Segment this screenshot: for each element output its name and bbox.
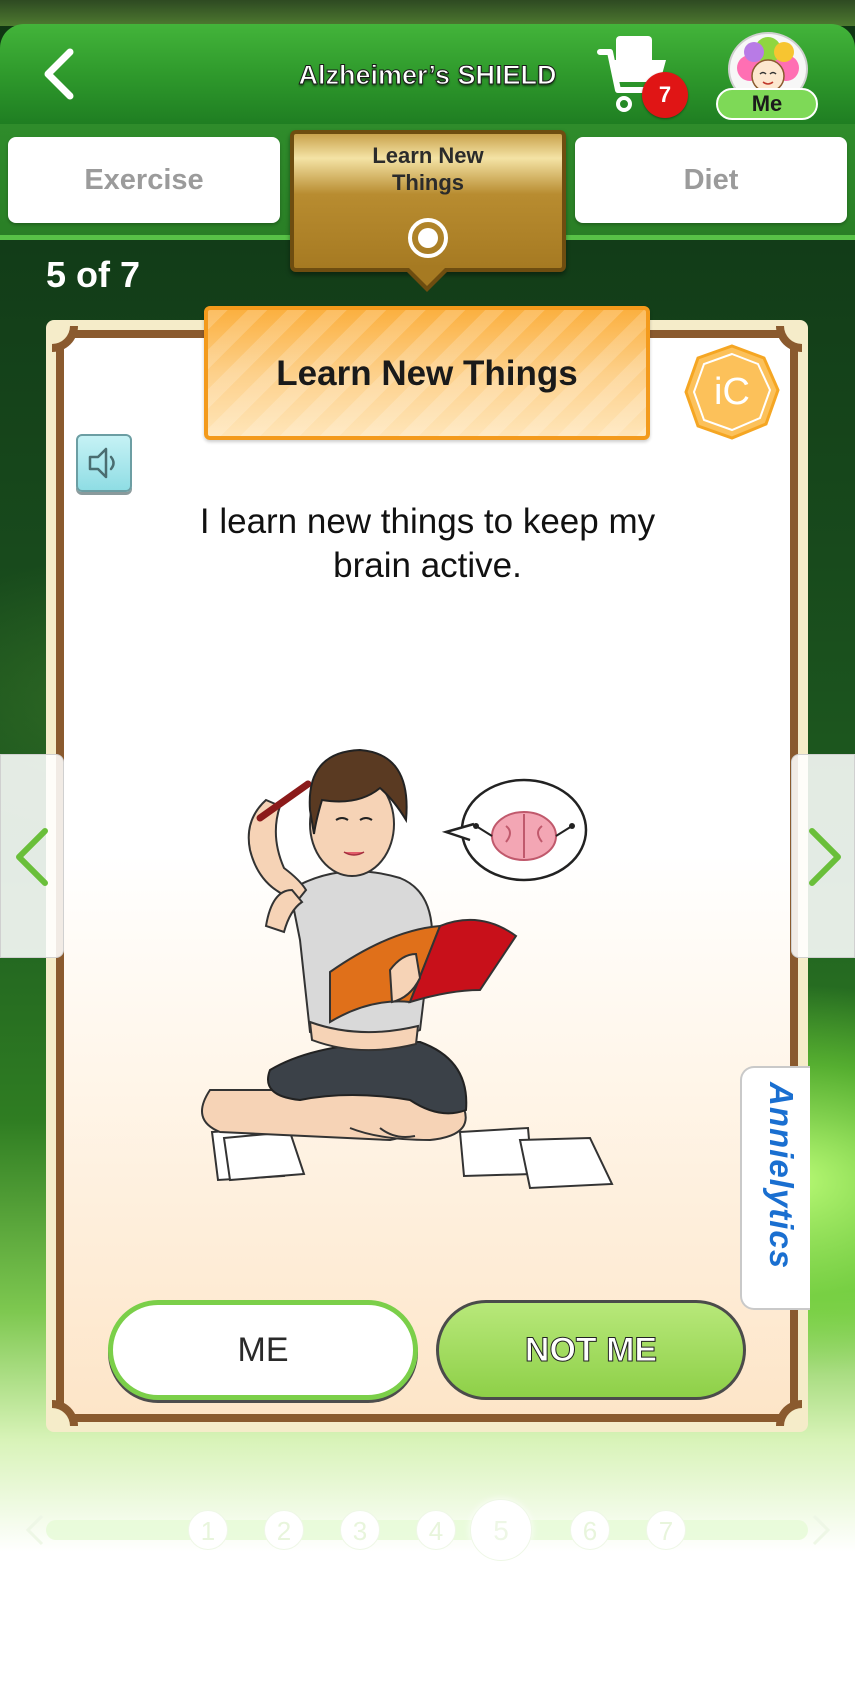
tab-label-line-2: Things bbox=[391, 170, 465, 195]
head bbox=[308, 748, 408, 877]
annielytics-label: Annielytics bbox=[763, 1082, 800, 1270]
next-card-button[interactable] bbox=[791, 754, 855, 958]
page-dot-6[interactable]: 6 bbox=[570, 1510, 610, 1550]
statement-line-2: brain active. bbox=[333, 546, 522, 585]
card-title: Learn New Things bbox=[276, 354, 578, 393]
profile-label: Me bbox=[716, 88, 818, 120]
not-me-button[interactable]: NOT ME bbox=[436, 1300, 746, 1400]
statement-line-1: I learn new things to keep my bbox=[199, 502, 656, 541]
radio-target-icon bbox=[408, 218, 448, 258]
audio-play-button[interactable] bbox=[76, 434, 132, 492]
annielytics-side-tab[interactable]: Annielytics bbox=[740, 1066, 810, 1310]
raised-arm bbox=[247, 798, 308, 902]
me-button[interactable]: ME bbox=[108, 1300, 418, 1400]
ic-badge-text: iC bbox=[714, 371, 750, 413]
thought-bubble bbox=[441, 778, 588, 882]
card-counter: 5 of 7 bbox=[46, 254, 141, 295]
tab-learn-new-things[interactable]: Learn New Things bbox=[290, 130, 566, 272]
card-statement: I learn new things to keep my brain acti… bbox=[150, 500, 705, 588]
page-dot-1[interactable]: 1 bbox=[188, 1510, 228, 1550]
page-dot-4[interactable]: 4 bbox=[416, 1510, 456, 1550]
tab-pointer-fill bbox=[409, 268, 445, 286]
card-title-banner: Learn New Things bbox=[204, 306, 650, 440]
tab-exercise[interactable]: Exercise bbox=[8, 137, 280, 223]
back-arrow-icon bbox=[44, 48, 74, 100]
chevron-left-icon bbox=[16, 828, 48, 886]
cart-count-badge: 7 bbox=[642, 72, 688, 118]
speaker-icon bbox=[88, 447, 115, 479]
chevron-right-icon bbox=[809, 828, 841, 886]
previous-card-button[interactable] bbox=[0, 754, 64, 958]
page-dot-2[interactable]: 2 bbox=[264, 1510, 304, 1550]
page-dot-5[interactable]: 5 bbox=[470, 1499, 532, 1561]
pagination-next-icon[interactable] bbox=[806, 1510, 836, 1550]
back-button[interactable] bbox=[36, 46, 84, 102]
page-dot-7[interactable]: 7 bbox=[646, 1510, 686, 1550]
status-area bbox=[0, 0, 855, 26]
page-dot-3[interactable]: 3 bbox=[340, 1510, 380, 1550]
tab-label-line-1: Learn New bbox=[372, 143, 484, 168]
profile-button[interactable]: Me bbox=[716, 30, 818, 122]
ic-badge-icon: iC bbox=[684, 344, 780, 440]
learning-illustration bbox=[201, 748, 614, 1190]
tab-diet[interactable]: Diet bbox=[575, 137, 847, 223]
ic-badge: iC bbox=[684, 344, 780, 440]
tab-learn-new-things-label: Learn New Things bbox=[294, 142, 562, 196]
pagination-prev-icon[interactable] bbox=[20, 1510, 50, 1550]
app-title: Alzheimer’s SHIELD bbox=[298, 60, 557, 91]
